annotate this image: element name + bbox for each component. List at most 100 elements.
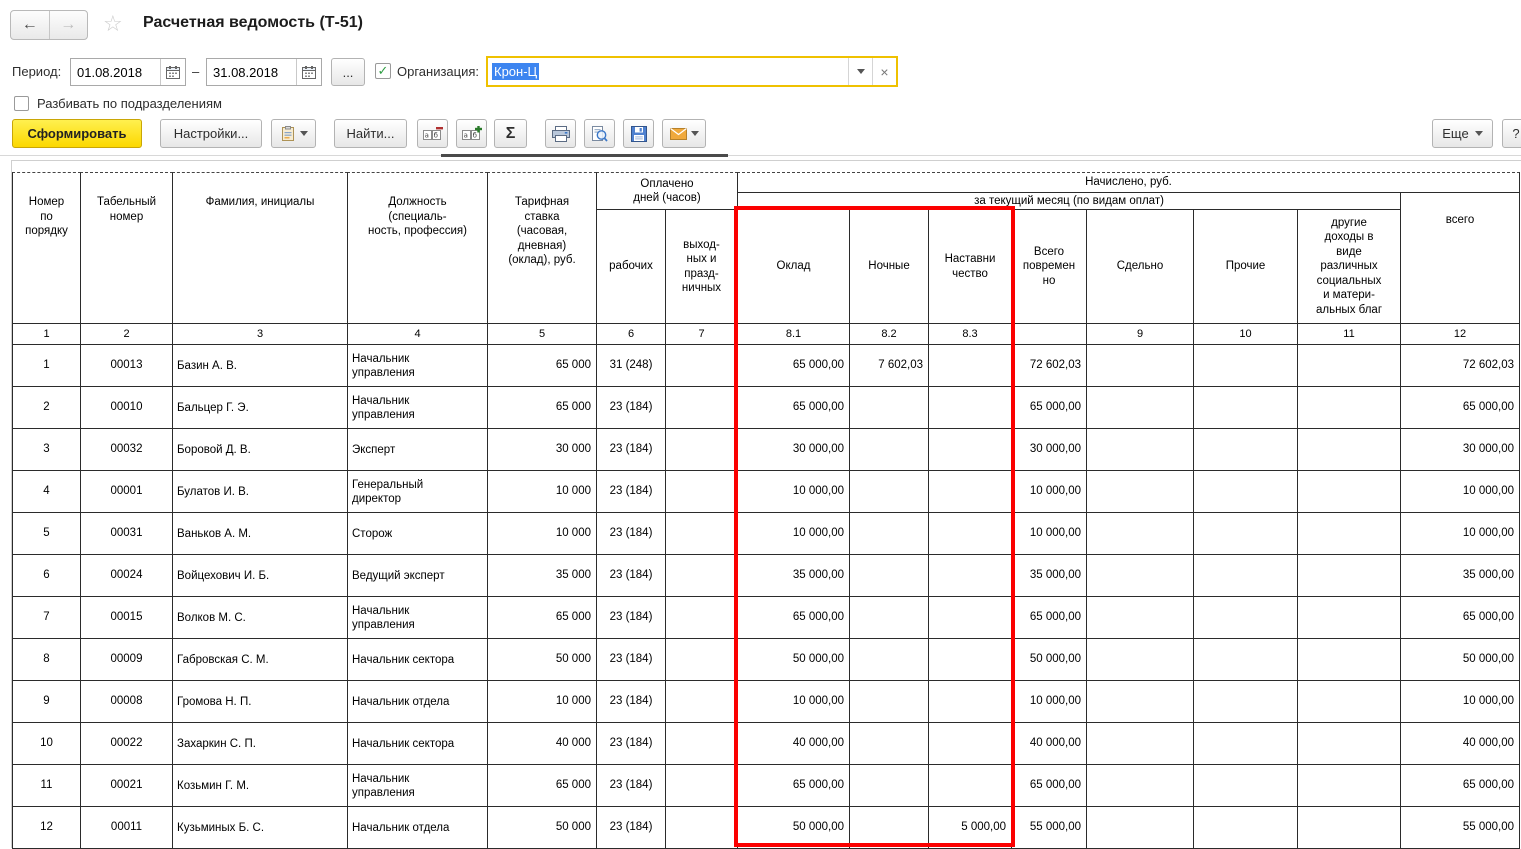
- settings-button[interactable]: Настройки...: [160, 119, 262, 148]
- column-number-cell[interactable]: 8.1: [737, 323, 850, 345]
- table-cell[interactable]: 50 000: [487, 638, 597, 681]
- table-cell[interactable]: Кузьминых Б. С.: [172, 806, 348, 849]
- table-cell[interactable]: [928, 386, 1012, 429]
- table-cell[interactable]: 23 (184): [596, 512, 666, 555]
- table-cell[interactable]: 40 000,00: [737, 722, 850, 765]
- table-cell[interactable]: 1: [12, 344, 81, 387]
- table-cell[interactable]: 00008: [80, 680, 173, 723]
- table-cell[interactable]: [665, 344, 738, 387]
- table-cell[interactable]: Начальник отдела: [347, 806, 488, 849]
- table-cell[interactable]: 65 000,00: [1400, 764, 1520, 807]
- table-cell[interactable]: 40 000,00: [1011, 722, 1087, 765]
- table-cell[interactable]: 31 (248): [596, 344, 666, 387]
- split-by-department-checkbox[interactable]: [14, 96, 29, 111]
- table-cell[interactable]: Громова Н. П.: [172, 680, 348, 723]
- table-cell[interactable]: [1297, 554, 1401, 597]
- table-cell[interactable]: [665, 638, 738, 681]
- expand-groups-button[interactable]: а б: [456, 119, 487, 148]
- table-cell[interactable]: Булатов И. В.: [172, 470, 348, 513]
- table-cell[interactable]: [1193, 512, 1298, 555]
- table-cell[interactable]: [665, 554, 738, 597]
- table-cell[interactable]: 23 (184): [596, 680, 666, 723]
- table-cell[interactable]: 55 000,00: [1400, 806, 1520, 849]
- table-cell[interactable]: 65 000: [487, 344, 597, 387]
- table-cell[interactable]: [665, 680, 738, 723]
- table-cell[interactable]: 10 000,00: [737, 470, 850, 513]
- find-button[interactable]: Найти...: [334, 119, 407, 148]
- table-cell[interactable]: Ведущий эксперт: [347, 554, 488, 597]
- organization-field[interactable]: Крон-Ц ×: [486, 56, 898, 87]
- table-cell[interactable]: [1086, 680, 1194, 723]
- date-from-value[interactable]: 01.08.2018: [71, 59, 160, 85]
- table-cell[interactable]: Козьмин Г. М.: [172, 764, 348, 807]
- organization-checkbox[interactable]: ✓: [375, 63, 391, 79]
- table-cell[interactable]: 23 (184): [596, 470, 666, 513]
- table-cell[interactable]: [928, 344, 1012, 387]
- table-cell[interactable]: [928, 470, 1012, 513]
- table-cell[interactable]: [849, 386, 929, 429]
- organization-value[interactable]: Крон-Ц: [492, 63, 539, 80]
- help-button[interactable]: ?: [1502, 119, 1521, 148]
- column-number-cell[interactable]: 3: [172, 323, 348, 345]
- table-cell[interactable]: Начальник отдела: [347, 680, 488, 723]
- table-cell[interactable]: 65 000,00: [1011, 386, 1087, 429]
- table-cell[interactable]: 23 (184): [596, 596, 666, 639]
- column-number-cell[interactable]: 9: [1086, 323, 1194, 345]
- date-from-calendar-button[interactable]: [160, 59, 185, 85]
- table-cell[interactable]: [1086, 764, 1194, 807]
- table-cell[interactable]: 12: [12, 806, 81, 849]
- table-cell[interactable]: [1193, 344, 1298, 387]
- table-cell[interactable]: 35 000,00: [1011, 554, 1087, 597]
- table-cell[interactable]: [849, 554, 929, 597]
- table-cell[interactable]: [1086, 470, 1194, 513]
- date-to-value[interactable]: 31.08.2018: [207, 59, 296, 85]
- table-cell[interactable]: 23 (184): [596, 638, 666, 681]
- table-cell[interactable]: 55 000,00: [1011, 806, 1087, 849]
- column-number-cell[interactable]: 8.2: [849, 323, 929, 345]
- table-cell[interactable]: 65 000,00: [737, 596, 850, 639]
- table-cell[interactable]: 00009: [80, 638, 173, 681]
- table-cell[interactable]: Генеральный директор: [347, 470, 488, 513]
- table-cell[interactable]: Начальник управления: [347, 386, 488, 429]
- table-cell[interactable]: 72 602,03: [1011, 344, 1087, 387]
- collapse-groups-button[interactable]: а б: [417, 119, 448, 148]
- table-cell[interactable]: 50 000,00: [1400, 638, 1520, 681]
- column-number-cell[interactable]: [1011, 323, 1087, 345]
- header-total-time-based[interactable]: Всего повремен но: [1011, 209, 1087, 324]
- table-cell[interactable]: [1297, 764, 1401, 807]
- table-cell[interactable]: 00024: [80, 554, 173, 597]
- table-cell[interactable]: 65 000,00: [1011, 596, 1087, 639]
- table-cell[interactable]: 10 000,00: [737, 512, 850, 555]
- header-tariff-rate[interactable]: Тарифная ставка (часовая, дневная) (окла…: [487, 172, 597, 324]
- table-cell[interactable]: 10 000,00: [1011, 470, 1087, 513]
- table-cell[interactable]: [1297, 386, 1401, 429]
- table-cell[interactable]: [1193, 722, 1298, 765]
- table-cell[interactable]: [1297, 344, 1401, 387]
- table-cell[interactable]: [1086, 386, 1194, 429]
- table-cell[interactable]: 00001: [80, 470, 173, 513]
- table-cell[interactable]: [665, 428, 738, 471]
- table-cell[interactable]: [849, 722, 929, 765]
- table-cell[interactable]: [928, 722, 1012, 765]
- column-number-cell[interactable]: 5: [487, 323, 597, 345]
- table-cell[interactable]: 10 000,00: [737, 680, 850, 723]
- table-cell[interactable]: Начальник управления: [347, 596, 488, 639]
- print-button[interactable]: [545, 119, 576, 148]
- period-options-button[interactable]: ...: [331, 58, 365, 86]
- sum-button[interactable]: Σ: [494, 119, 527, 148]
- table-cell[interactable]: [1297, 428, 1401, 471]
- header-paid-days-group[interactable]: Оплачено дней (часов): [596, 172, 738, 210]
- table-cell[interactable]: Войцехович И. Б.: [172, 554, 348, 597]
- column-number-cell[interactable]: 12: [1400, 323, 1520, 345]
- generate-button[interactable]: Сформировать: [12, 119, 142, 148]
- table-cell[interactable]: [849, 512, 929, 555]
- table-cell[interactable]: [1193, 596, 1298, 639]
- table-cell[interactable]: 4: [12, 470, 81, 513]
- column-number-cell[interactable]: 2: [80, 323, 173, 345]
- table-cell[interactable]: 7 602,03: [849, 344, 929, 387]
- table-cell[interactable]: 30 000,00: [737, 428, 850, 471]
- table-cell[interactable]: [1086, 596, 1194, 639]
- table-cell[interactable]: [928, 764, 1012, 807]
- header-piecework[interactable]: Сдельно: [1086, 209, 1194, 324]
- table-cell[interactable]: 65 000,00: [737, 386, 850, 429]
